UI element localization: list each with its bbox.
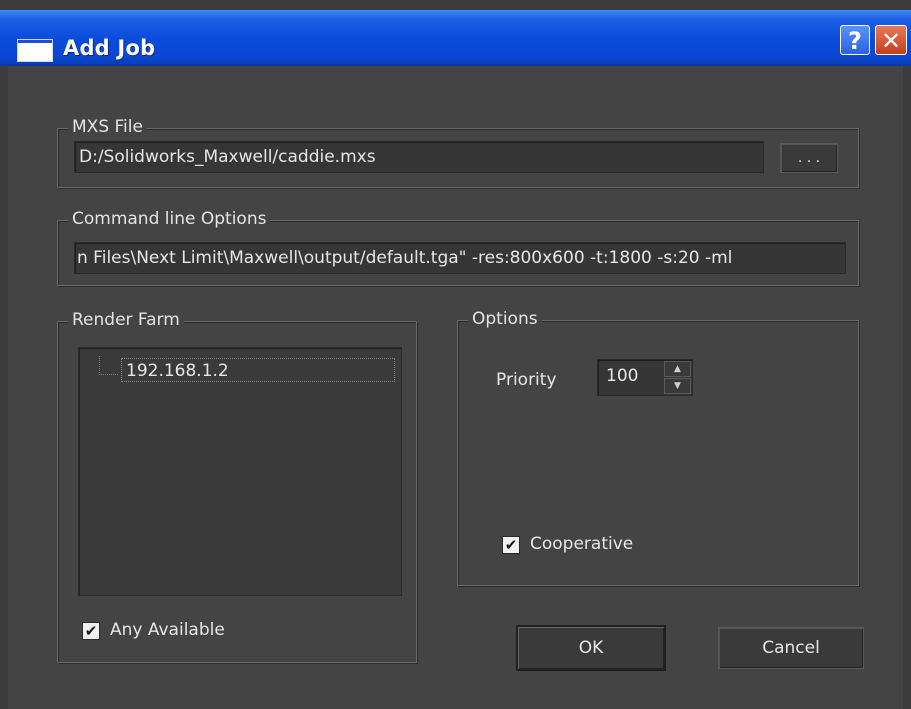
priority-label: Priority [496, 370, 557, 390]
mxs-file-group-label: MXS File [68, 117, 147, 137]
browse-button[interactable]: . . . [780, 143, 838, 173]
window-icon [17, 39, 53, 62]
spin-up-arrow-icon[interactable]: ▲ [664, 361, 691, 377]
any-available-checkbox[interactable]: ✔ [82, 622, 100, 640]
add-job-window: Add Job ? ✕ MXS File D:/Solidworks_Maxwe… [0, 0, 911, 709]
cooperative-label[interactable]: Cooperative [530, 534, 633, 554]
spin-down-arrow-icon[interactable]: ▼ [664, 378, 691, 394]
list-item[interactable]: 192.168.1.2 [121, 358, 395, 382]
render-farm-group-label: Render Farm [68, 310, 184, 330]
priority-value[interactable]: 100 [606, 366, 638, 386]
cooperative-checkbox[interactable]: ✔ [502, 536, 520, 554]
cancel-button[interactable]: Cancel [718, 627, 864, 669]
any-available-label[interactable]: Any Available [110, 620, 225, 640]
mxs-file-input[interactable]: D:/Solidworks_Maxwell/caddie.mxs [74, 141, 764, 173]
close-button[interactable]: ✕ [875, 25, 907, 55]
help-button[interactable]: ? [840, 25, 870, 55]
ok-button[interactable]: OK [516, 625, 666, 671]
tree-connector [99, 356, 118, 375]
priority-spinbox[interactable]: 100 ▲ ▼ [597, 359, 693, 396]
options-group-label: Options [468, 309, 542, 329]
command-line-input[interactable]: n Files\Next Limit\Maxwell\output/defaul… [74, 242, 846, 274]
render-farm-list[interactable]: 192.168.1.2 [78, 347, 402, 596]
title-bar[interactable]: Add Job ? ✕ [0, 10, 911, 66]
command-line-group-label: Command line Options [68, 209, 271, 229]
window-title: Add Job [63, 36, 156, 60]
